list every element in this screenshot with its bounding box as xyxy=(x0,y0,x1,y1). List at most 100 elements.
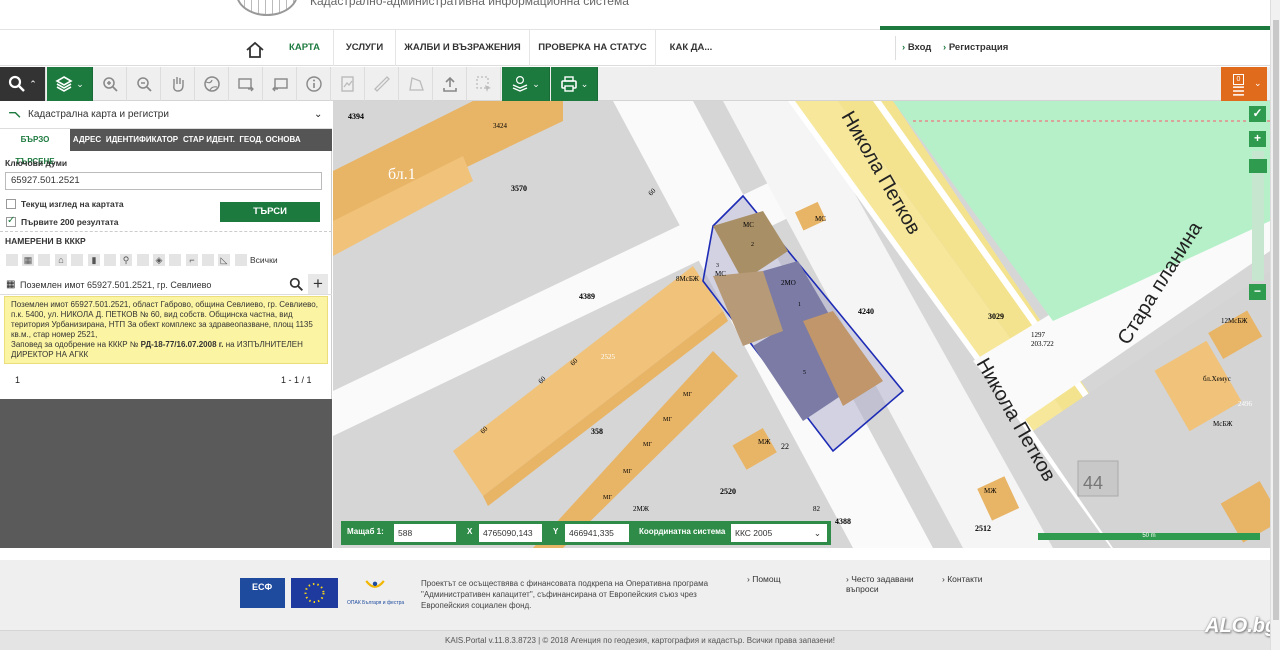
chevron-down-icon: ⌄ xyxy=(813,528,821,538)
poi-filter-icon[interactable]: ⚲ xyxy=(120,254,132,266)
nav-services[interactable]: УСЛУГИ xyxy=(334,30,396,66)
zoom-out-icon xyxy=(137,77,152,92)
chevron-down-icon: ⌄ xyxy=(76,78,84,89)
zoom-extent-button[interactable]: ✓ xyxy=(1249,106,1266,122)
nav-complaints[interactable]: ЖАЛБИ И ВЪЗРАЖЕНИЯ xyxy=(396,30,530,66)
system-title: Кадастрално-административна информационн… xyxy=(310,0,629,8)
filter-toggle[interactable] xyxy=(202,254,214,266)
main-nav: КАРТА УСЛУГИ ЖАЛБИ И ВЪЗРАЖЕНИЯ ПРОВЕРКА… xyxy=(0,30,1280,66)
select-area-button[interactable] xyxy=(468,67,501,101)
globe-icon xyxy=(204,76,220,92)
upload-button[interactable] xyxy=(434,67,467,101)
home-icon[interactable] xyxy=(244,39,266,61)
building-filter-icon[interactable]: ⌂ xyxy=(55,254,67,266)
layers-button[interactable]: ⌄ xyxy=(47,67,93,101)
search-tool-button[interactable]: ⌃ xyxy=(0,67,46,101)
area-filter-icon[interactable]: ◺ xyxy=(218,254,230,266)
measure-distance-button[interactable] xyxy=(366,67,399,101)
panel-empty-area xyxy=(0,399,332,548)
tab-address[interactable]: АДРЕС xyxy=(70,129,104,151)
add-to-basket-button[interactable]: + xyxy=(308,274,328,294)
zoom-in-map-button[interactable]: + xyxy=(1249,131,1266,147)
building-label: МЖ xyxy=(984,487,997,495)
polygon-icon xyxy=(409,77,424,91)
parcel-label: 2525 xyxy=(601,353,616,361)
cadastral-map[interactable]: 4394 3424 3570 бл.1 4389 4240 3029 1297 … xyxy=(333,101,1270,548)
filter-toggle[interactable] xyxy=(6,254,18,266)
page-scrollbar[interactable] xyxy=(1270,0,1280,650)
nav-status-check[interactable]: ПРОВЕРКА НА СТАТУС xyxy=(530,30,656,66)
building-label: 5 xyxy=(803,370,806,376)
building-label: МсБЖ xyxy=(1213,420,1233,428)
result-order-prefix: Заповед за одобрение на КККР № xyxy=(11,340,139,349)
panel-title: Кадастрална карта и регистри xyxy=(28,109,169,120)
faq-link[interactable]: Често задавани въпроси xyxy=(846,574,926,594)
filter-toggle[interactable] xyxy=(235,254,247,266)
result-header: ▦ Поземлен имот 65927.501.2521, гр. Севл… xyxy=(0,274,332,295)
parcel-label: 4240 xyxy=(858,307,874,316)
report-icon xyxy=(341,76,354,92)
filter-toggle[interactable] xyxy=(169,254,181,266)
agkk-logo xyxy=(236,0,298,16)
prev-extent-button[interactable] xyxy=(230,67,263,101)
scrollbar-thumb[interactable] xyxy=(1273,20,1279,620)
zoom-in-button[interactable] xyxy=(94,67,127,101)
tab-geodetic-base[interactable]: ГЕОД. ОСНОВА xyxy=(238,129,302,151)
zoom-out-map-button[interactable]: − xyxy=(1249,284,1266,300)
garage-label: МГ xyxy=(683,392,692,398)
search-button[interactable]: ТЪРСИ xyxy=(220,202,320,222)
full-extent-button[interactable] xyxy=(196,67,229,101)
report-button[interactable] xyxy=(332,67,365,101)
panel-header[interactable]: Кадастрална карта и регистри ⌄ xyxy=(0,101,332,129)
tab-old-identifier[interactable]: СТАР ИДЕНТ. xyxy=(180,129,238,151)
info-button[interactable] xyxy=(298,67,331,101)
parcel-filter-icon[interactable]: ▦ xyxy=(22,254,34,266)
zoom-slider[interactable] xyxy=(1249,151,1267,281)
basket-button[interactable]: 0 ⌄ xyxy=(1221,67,1267,101)
contacts-link[interactable]: Контакти xyxy=(942,574,982,584)
next-extent-button[interactable] xyxy=(264,67,297,101)
scale-input[interactable]: 588 xyxy=(394,524,456,542)
filter-toggle[interactable] xyxy=(71,254,83,266)
current-view-checkbox[interactable] xyxy=(6,199,16,209)
building-label: 2МО xyxy=(781,279,796,287)
point-filter-icon[interactable]: ⌐ xyxy=(186,254,198,266)
copyright: KAIS.Portal v.11.8.3.8723 | © 2018 Агенц… xyxy=(0,630,1280,650)
zoom-slider-handle[interactable] xyxy=(1249,159,1267,173)
top-header: Кадастрално-административна информационн… xyxy=(0,0,1280,30)
register-link[interactable]: Регистрация xyxy=(943,30,1008,66)
page-number[interactable]: 1 xyxy=(15,375,20,385)
login-link[interactable]: Вход xyxy=(902,30,932,66)
measure-area-button[interactable] xyxy=(400,67,433,101)
found-label: НАМЕРЕНИ В КККР xyxy=(5,236,86,246)
coord-system-select[interactable]: ККС 2005 ⌄ xyxy=(731,524,827,542)
chevron-down-icon[interactable]: ⌄ xyxy=(314,109,322,120)
apartment-filter-icon[interactable]: ▮ xyxy=(88,254,100,266)
parcel-label: 2512 xyxy=(975,524,991,533)
zoom-out-button[interactable] xyxy=(128,67,161,101)
filter-toggle[interactable] xyxy=(137,254,149,266)
first-200-checkbox[interactable] xyxy=(6,215,16,227)
x-label: X xyxy=(467,527,473,536)
keywords-input[interactable]: 65927.501.2521 xyxy=(5,172,322,190)
print-button[interactable]: ⌄ xyxy=(551,67,598,101)
filter-toggle[interactable] xyxy=(38,254,50,266)
opak-logo: ОПАК Българя и фестра xyxy=(345,578,405,608)
filter-toggle[interactable] xyxy=(104,254,116,266)
zoom-to-result-button[interactable] xyxy=(289,277,306,294)
tab-quick-search[interactable]: БЪРЗО ТЪРСЕНЕ xyxy=(0,129,70,166)
esf-logo-text: ЕСФ xyxy=(252,582,273,592)
result-title[interactable]: Поземлен имот 65927.501.2521, гр. Севлие… xyxy=(20,280,211,290)
layer-info-button[interactable]: ⌄ xyxy=(502,67,550,101)
layers-filter-icon[interactable]: ◈ xyxy=(153,254,165,266)
nav-map[interactable]: КАРТА xyxy=(276,30,334,66)
zoom-in-icon xyxy=(103,77,118,92)
nav-howto[interactable]: КАК ДА... xyxy=(656,30,726,66)
tab-identifier[interactable]: ИДЕНТИФИКАТОР xyxy=(104,129,180,151)
help-link[interactable]: Помощ xyxy=(747,574,780,584)
keywords-label: Ключови думи xyxy=(5,158,68,168)
building-label: бл.Хемус xyxy=(1203,375,1231,383)
pan-button[interactable] xyxy=(162,67,195,101)
upload-icon xyxy=(443,76,457,92)
map-view[interactable]: 4394 3424 3570 бл.1 4389 4240 3029 1297 … xyxy=(333,101,1270,548)
